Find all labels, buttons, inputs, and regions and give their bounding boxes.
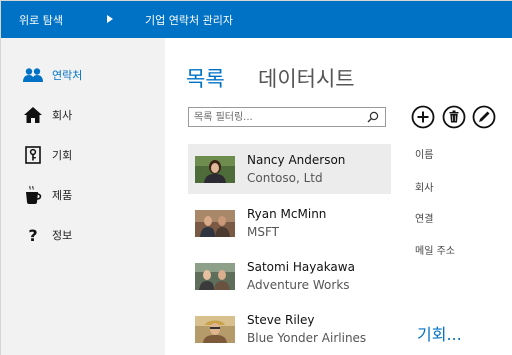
field-label-company: 회사: [415, 183, 434, 194]
contact-item[interactable]: Ryan McMinn MSFT: [188, 198, 391, 248]
navigate-up-button[interactable]: 위로 탐색: [19, 12, 63, 28]
opportunities-link[interactable]: 기회...: [417, 321, 462, 345]
search-icon[interactable]: [367, 111, 379, 123]
key-icon: [23, 145, 43, 165]
sidebar-item-products[interactable]: 제품: [1, 179, 165, 211]
contact-company: MSFT: [247, 225, 279, 239]
sidebar-item-info[interactable]: ? 정보: [1, 219, 165, 251]
tab-datasheet[interactable]: 데이터시트: [258, 63, 355, 93]
question-icon: ?: [23, 225, 43, 245]
contact-company: Adventure Works: [247, 278, 350, 292]
field-label-connection: 연결: [415, 214, 434, 225]
contact-name: Nancy Anderson: [247, 153, 346, 167]
tab-list[interactable]: 목록: [186, 63, 225, 93]
coffee-cup-icon: [23, 185, 43, 205]
sidebar-item-companies[interactable]: 회사: [1, 99, 165, 131]
contact-name: Ryan McMinn: [247, 207, 327, 221]
contact-company: Blue Yonder Airlines: [247, 331, 367, 345]
sidebar-item-label: 회사: [52, 109, 73, 122]
avatar: [195, 210, 235, 237]
field-label-name: 이름: [415, 150, 434, 161]
contact-company: Contoso, Ltd: [247, 171, 323, 185]
contact-item[interactable]: Steve Riley Blue Yonder Airlines: [188, 304, 391, 354]
add-button[interactable]: [411, 105, 435, 129]
sidebar-item-label: 제품: [52, 189, 73, 202]
edit-button[interactable]: [472, 105, 496, 129]
avatar: [195, 263, 235, 290]
contact-item[interactable]: Nancy Anderson Contoso, Ltd: [188, 144, 391, 194]
svg-text:?: ?: [28, 226, 37, 244]
field-label-email: 메일 주소: [415, 246, 455, 257]
avatar: [195, 156, 235, 183]
avatar: [195, 316, 235, 343]
search-box: [188, 107, 386, 127]
sidebar-item-label: 기회: [52, 149, 73, 162]
contact-item[interactable]: Satomi Hayakawa Adventure Works: [188, 251, 391, 301]
contact-name: Satomi Hayakawa: [247, 260, 355, 274]
sidebar-item-label: 정보: [52, 229, 73, 242]
house-icon: [23, 105, 43, 125]
app-window: 위로 탐색 기업 연락처 관리자 연락처 회사 기회 제품 ? 정보 목록 데이…: [0, 0, 512, 355]
contact-name: Steve Riley: [247, 313, 315, 327]
people-icon: [23, 65, 43, 85]
main-panel: 목록 데이터시트 목록 필터링... Nancy Anderson Contos…: [165, 38, 512, 355]
search-input[interactable]: [189, 108, 359, 126]
sidebar-item-label: 연락처: [52, 69, 83, 82]
top-bar: 위로 탐색 기업 연락처 관리자: [1, 1, 512, 38]
app-title: 기업 연락처 관리자: [145, 14, 233, 27]
delete-button[interactable]: [442, 105, 466, 129]
sidebar: 연락처 회사 기회 제품 ? 정보: [1, 38, 165, 355]
sidebar-item-opportunities[interactable]: 기회: [1, 139, 165, 171]
sidebar-item-contacts[interactable]: 연락처: [1, 59, 165, 91]
breadcrumb-arrow-icon: [107, 15, 113, 23]
